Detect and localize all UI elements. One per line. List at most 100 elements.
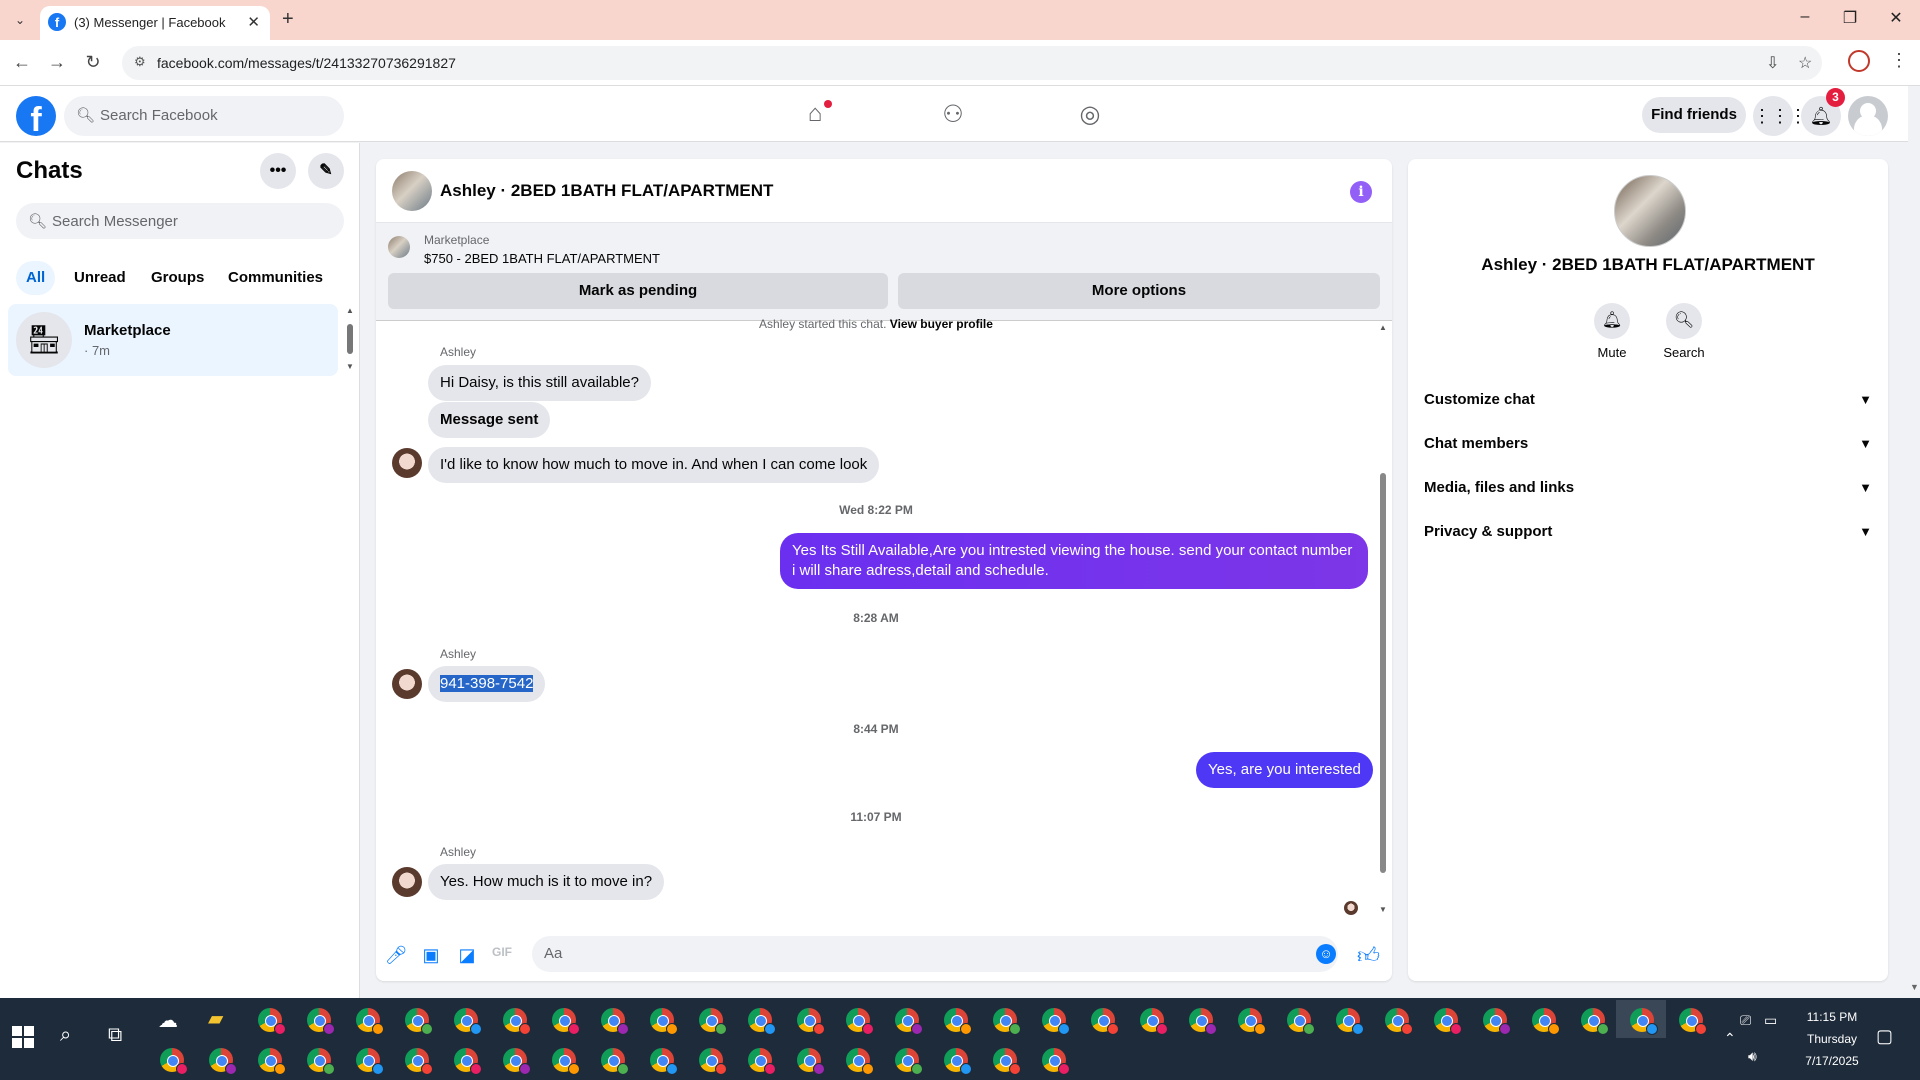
scrollbar-thumb[interactable] <box>347 324 353 354</box>
selected-phone-number[interactable]: 941-398-7542 <box>440 675 534 692</box>
forward-icon[interactable]: → <box>45 52 69 73</box>
message-bubble-incoming[interactable]: Hi Daisy, is this still available? <box>428 365 651 401</box>
chrome-profile-icon[interactable] <box>356 1048 384 1075</box>
chrome-profile-icon[interactable] <box>748 1048 776 1075</box>
display-icon[interactable]: ▭ <box>1764 1012 1777 1029</box>
scroll-up-arrow-icon[interactable]: ▲ <box>346 306 354 315</box>
chrome-profile-icon[interactable] <box>1140 1008 1168 1035</box>
chrome-profile-icon[interactable] <box>1042 1048 1070 1075</box>
chrome-profile-icon[interactable] <box>356 1008 384 1035</box>
new-message-icon[interactable]: ✎ <box>308 153 344 189</box>
listing-thumbnail[interactable] <box>388 236 410 258</box>
task-view-icon[interactable]: ⧉ <box>108 1024 122 1047</box>
search-in-chat-button[interactable]: 🔍︎ Search <box>1654 303 1714 360</box>
microphone-icon[interactable]: 🎤︎ <box>384 945 408 966</box>
find-friends-button[interactable]: Find friends <box>1642 97 1746 133</box>
back-icon[interactable]: ← <box>10 52 34 73</box>
ashley-avatar[interactable] <box>392 867 422 897</box>
install-app-icon[interactable]: ⇩ <box>1766 53 1779 73</box>
message-bubble-outgoing[interactable]: Yes Its Still Available,Are you intreste… <box>780 533 1368 589</box>
chrome-profile-icon[interactable] <box>209 1048 237 1075</box>
chrome-profile-icon[interactable] <box>307 1008 335 1035</box>
chrome-profile-icon[interactable] <box>650 1048 678 1075</box>
clock-date[interactable]: 7/17/2025 <box>1790 1054 1874 1068</box>
restore-icon[interactable]: ❐ <box>1835 8 1865 28</box>
omnibox[interactable]: ⚙ facebook.com/messages/t/24133270736291… <box>122 46 1822 80</box>
chrome-profile-icon[interactable] <box>552 1048 580 1075</box>
thread-scrollbar[interactable]: ▲ ▼ <box>1378 323 1388 919</box>
photo-icon[interactable]: ▣ <box>419 945 443 966</box>
clock-day[interactable]: Thursday <box>1790 1032 1874 1046</box>
mark-as-pending-button[interactable]: Mark as pending <box>388 273 888 309</box>
chrome-profile-icon[interactable] <box>993 1048 1021 1075</box>
chrome-profile-icon[interactable] <box>405 1048 433 1075</box>
action-center-icon[interactable]: ▢ <box>1876 1026 1893 1047</box>
chat-members-row[interactable]: Chat members ▼ <box>1424 424 1872 464</box>
scroll-down-arrow-icon[interactable]: ▼ <box>1910 982 1919 992</box>
minimize-icon[interactable]: – <box>1790 8 1820 26</box>
conversation-avatar[interactable] <box>392 171 432 211</box>
account-avatar[interactable] <box>1848 96 1888 136</box>
chrome-profile-icon[interactable] <box>846 1008 874 1035</box>
chrome-profile-icon[interactable] <box>454 1048 482 1075</box>
chat-info-avatar[interactable] <box>1614 175 1686 247</box>
taskbar-search-icon[interactable]: ⌕ <box>60 1024 71 1047</box>
chats-scrollbar[interactable]: ▲ ▼ <box>346 306 354 371</box>
chrome-profile-icon[interactable] <box>650 1008 678 1035</box>
gif-icon[interactable]: GIF <box>490 945 514 959</box>
volume-icon[interactable]: 🔊︎ <box>1748 1048 1757 1065</box>
site-info-icon[interactable]: ⚙ <box>134 54 146 70</box>
thumbs-up-icon[interactable]: 👍︎ <box>1357 942 1380 969</box>
network-icon[interactable]: ⎚ <box>1740 1012 1751 1029</box>
chrome-profile-icon[interactable] <box>1385 1008 1413 1035</box>
chrome-profile-icon[interactable] <box>1336 1008 1364 1035</box>
scrollbar-thumb[interactable] <box>1380 473 1386 873</box>
windows-start-icon[interactable] <box>12 1026 34 1048</box>
weather-app-icon[interactable]: ☁ <box>158 1008 178 1033</box>
chat-options-icon[interactable]: ••• <box>260 153 296 189</box>
chrome-profile-icon[interactable] <box>1679 1008 1707 1035</box>
groups-icon[interactable]: ◎ <box>1070 100 1110 130</box>
friends-icon[interactable]: ⚇ <box>933 100 973 130</box>
messenger-search-input[interactable]: 🔍︎ Search Messenger <box>16 203 344 239</box>
filter-groups[interactable]: Groups <box>141 261 214 295</box>
chrome-profile-icon[interactable] <box>552 1008 580 1035</box>
message-bubble-outgoing[interactable]: Yes, are you interested <box>1196 752 1373 788</box>
chrome-profile-icon[interactable] <box>1630 1008 1658 1035</box>
ashley-avatar[interactable] <box>392 448 422 478</box>
scroll-up-arrow-icon[interactable]: ▲ <box>1379 323 1387 332</box>
page-scrollbar[interactable]: ▼ <box>1908 86 1920 998</box>
emoji-icon[interactable]: ☺ <box>1316 944 1336 964</box>
message-bubble-phone[interactable]: 941-398-7542 <box>428 666 546 702</box>
chrome-profile-icon[interactable] <box>258 1008 286 1035</box>
scroll-down-arrow-icon[interactable]: ▼ <box>346 362 354 371</box>
chrome-profile-icon[interactable] <box>1581 1008 1609 1035</box>
chrome-profile-icon[interactable] <box>258 1048 286 1075</box>
message-input[interactable]: Aa ☺ <box>532 936 1338 972</box>
facebook-search-input[interactable]: 🔍︎ Search Facebook <box>64 96 344 136</box>
chrome-profile-icon[interactable] <box>1287 1008 1315 1035</box>
chrome-profile-icon[interactable] <box>944 1048 972 1075</box>
view-buyer-profile-link[interactable]: View buyer profile <box>890 317 993 331</box>
new-tab-icon[interactable]: + <box>282 8 294 31</box>
facebook-logo-icon[interactable]: f <box>16 96 56 139</box>
browser-menu-icon[interactable]: ⋮ <box>1890 50 1908 71</box>
chrome-profile-icon[interactable] <box>454 1008 482 1035</box>
ashley-avatar[interactable] <box>392 669 422 699</box>
bookmark-star-icon[interactable]: ☆ <box>1798 53 1812 73</box>
message-bubble-incoming[interactable]: I'd like to know how much to move in. An… <box>428 447 880 483</box>
chrome-profile-icon[interactable] <box>1434 1008 1462 1035</box>
chrome-profile-icon[interactable] <box>1189 1008 1217 1035</box>
chrome-profile-icon[interactable] <box>307 1048 335 1075</box>
customize-chat-row[interactable]: Customize chat ▼ <box>1424 380 1872 420</box>
chrome-profile-icon[interactable] <box>699 1048 727 1075</box>
chat-item-marketplace[interactable]: 🏪︎ Marketplace · 7m <box>8 304 338 376</box>
chrome-profile-icon[interactable] <box>895 1048 923 1075</box>
filter-all[interactable]: All <box>16 261 56 295</box>
media-files-links-row[interactable]: Media, files and links ▼ <box>1424 468 1872 508</box>
file-explorer-icon[interactable]: ▰ <box>208 1006 223 1031</box>
chrome-profile-icon[interactable] <box>160 1048 188 1075</box>
chrome-profile-icon[interactable] <box>601 1008 629 1035</box>
browser-tab[interactable]: f (3) Messenger | Facebook ✕ <box>40 6 270 40</box>
show-hidden-icons[interactable]: ⌃ <box>1724 1030 1736 1047</box>
